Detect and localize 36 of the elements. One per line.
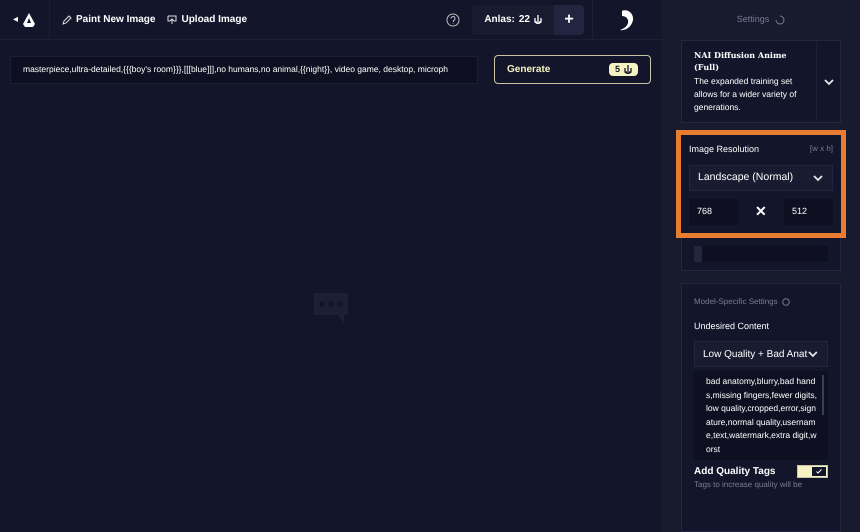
cost-badge: 5 — [608, 62, 638, 76]
model-name: NAI Diffusion Anime (Full) — [694, 49, 788, 73]
settings-title: Settings — [736, 13, 770, 26]
height-field[interactable]: 512 — [784, 198, 833, 224]
upload-image-button[interactable]: Upload Image — [167, 12, 248, 27]
anlas-label: Anlas: 22 — [472, 12, 554, 27]
chevron-down-icon — [807, 350, 819, 358]
quality-tags-toggle[interactable] — [797, 465, 828, 478]
undesired-content-label: Undesired Content — [694, 320, 770, 332]
width-field[interactable]: 768 — [689, 198, 738, 224]
chevron-down-icon — [822, 78, 834, 86]
generate-button[interactable]: Generate 5 — [494, 55, 651, 84]
model-selector[interactable]: NAI Diffusion Anime (Full) The expanded training set allows for a wider variety of generations. — [681, 40, 841, 123]
chevron-down-icon — [812, 174, 824, 182]
reset-icon[interactable] — [775, 15, 786, 25]
logo-icon[interactable] — [22, 12, 36, 26]
resolution-hint: [w x h] — [810, 143, 833, 155]
resolution-label: Image Resolution — [689, 143, 760, 156]
upload-icon — [167, 14, 178, 24]
coin-icon — [624, 65, 632, 74]
quality-tags-hint: Tags to increase quality will be — [694, 479, 804, 491]
back-arrow[interactable]: ◂ — [13, 12, 18, 27]
pencil-icon — [62, 14, 72, 24]
model-description: The expanded training set allows for a wider variety of generations. — [694, 75, 798, 114]
times-sign: ✕ — [755, 202, 767, 221]
check-icon — [816, 469, 822, 474]
quality-tags-label: Add Quality Tags — [694, 465, 776, 479]
undesired-dropdown[interactable]: Low Quality + Bad Anat — [694, 341, 828, 367]
resolution-dropdown[interactable]: Landscape (Normal) — [689, 164, 833, 190]
scrollbar — [822, 375, 824, 415]
paint-new-image-button[interactable]: Paint New Image — [62, 12, 156, 27]
prompt-field[interactable]: masterpiece,ultra-detailed,{{{boy's room}}},[[[blue]]],no humans,no animal,{{night}}, video game, desktop, microph — [10, 56, 478, 84]
model-specific-title: Model-Specific Settings — [694, 296, 778, 308]
slider-track[interactable] — [694, 246, 828, 262]
add-anlas-button[interactable]: + — [554, 4, 584, 34]
coin-icon — [534, 15, 542, 24]
